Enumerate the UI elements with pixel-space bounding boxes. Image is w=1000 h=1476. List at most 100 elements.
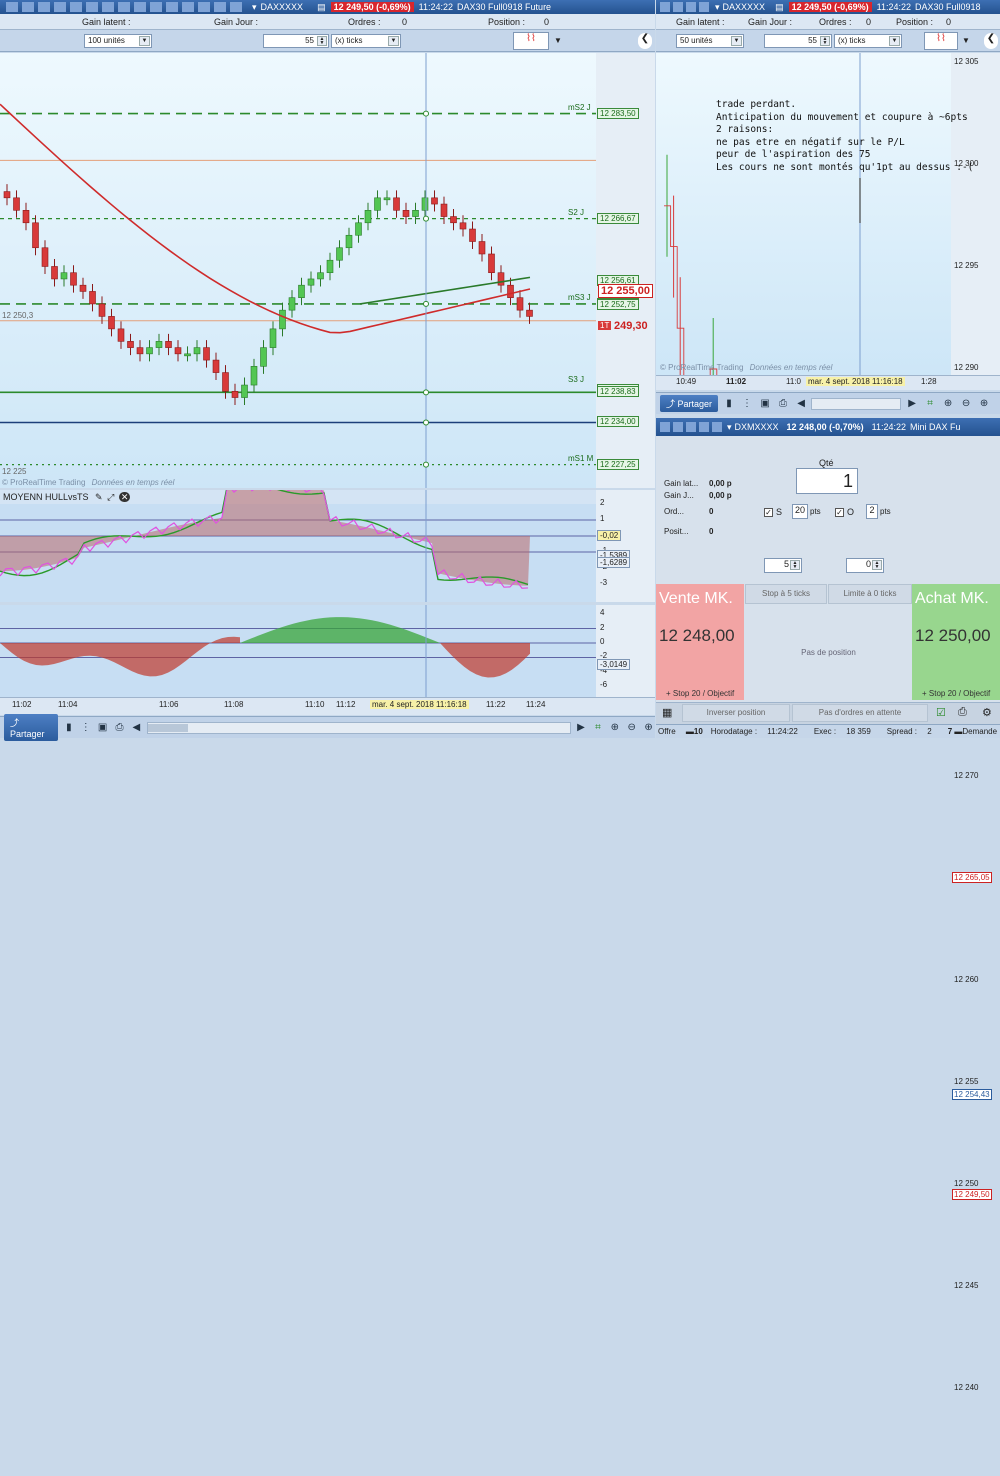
window-control-icon[interactable]: [54, 2, 66, 12]
candle: [32, 222, 39, 249]
window-control-icon[interactable]: [198, 2, 210, 12]
window-control-icon[interactable]: [118, 2, 130, 12]
ruler-icon[interactable]: ▮: [722, 397, 736, 411]
share-button[interactable]: ⤴ Partager: [660, 395, 719, 412]
position-label: Position :: [488, 16, 526, 27]
window-control-icon[interactable]: [102, 2, 114, 12]
horizontal-scrollbar[interactable]: [146, 721, 571, 734]
window-control-icon[interactable]: [6, 2, 18, 12]
candle: [136, 347, 144, 355]
zoom-fit-icon[interactable]: ⊕: [608, 721, 621, 735]
window-control-icon[interactable]: [699, 422, 709, 432]
chart-type-icon[interactable]: ⌇⌇: [513, 32, 549, 50]
window-control-icon[interactable]: [22, 2, 34, 12]
collapse-icon[interactable]: ❮: [984, 33, 998, 49]
units-select[interactable]: 50 unités ▼: [676, 34, 744, 48]
window-control-icon[interactable]: [86, 2, 98, 12]
dropdown-icon[interactable]: ▾: [727, 422, 732, 433]
ticks-select[interactable]: (x) ticks ▼: [834, 34, 902, 48]
indicator-tick-label: -3: [600, 578, 608, 587]
window-control-icon[interactable]: [673, 2, 683, 12]
chart-settings-icon[interactable]: ⌗: [591, 721, 604, 735]
window-control-icon[interactable]: [166, 2, 178, 12]
position-value: 0: [544, 16, 550, 27]
limit-ticks-button[interactable]: Limite à 0 ticks: [828, 584, 912, 604]
grid-icon[interactable]: ▦: [662, 706, 672, 719]
print-icon[interactable]: ⎙: [113, 721, 126, 735]
symbol-label[interactable]: DAXXXXX: [261, 2, 304, 12]
stop-ticks-stepper[interactable]: 5 ▲ ▼: [764, 558, 802, 573]
window-control-icon[interactable]: [686, 2, 696, 12]
ticks-input[interactable]: 55 ▲ ▼: [263, 34, 329, 48]
reverse-position-button[interactable]: Inverser position: [682, 704, 790, 722]
cursor-icon[interactable]: ⋮: [740, 397, 754, 411]
share-icon: ⤴: [10, 718, 20, 728]
limit-ticks-stepper[interactable]: 0 ▲ ▼: [846, 558, 884, 573]
checklist-icon[interactable]: ☑: [936, 706, 946, 719]
stepper-icon[interactable]: ▲ ▼: [317, 36, 327, 46]
ticks-select[interactable]: (x) ticks ▼: [331, 34, 401, 48]
settings-icon[interactable]: ⚙: [982, 706, 992, 719]
chart-type-icon[interactable]: ⌇⌇: [924, 32, 958, 50]
notes-icon[interactable]: ▤: [775, 2, 784, 13]
dropdown-icon[interactable]: ▾: [252, 2, 257, 13]
stop-ticks-button[interactable]: Stop à 5 ticks: [745, 584, 827, 604]
window-control-icon[interactable]: [214, 2, 226, 12]
chevron-down-icon[interactable]: ▼: [554, 36, 562, 45]
time-tick-label: 1:28: [921, 377, 937, 386]
symbol-label[interactable]: DXMXXXX: [735, 422, 779, 432]
chevron-down-icon[interactable]: ▼: [962, 36, 970, 45]
zoom-in-icon[interactable]: ⊕: [977, 397, 991, 411]
stepper-icon[interactable]: ▲ ▼: [790, 560, 800, 570]
share-button[interactable]: ⤴ Partager: [4, 714, 59, 741]
collapse-icon[interactable]: ❮: [638, 33, 652, 49]
stop-input[interactable]: 20: [792, 504, 808, 519]
window-control-icon[interactable]: [38, 2, 50, 12]
zoom-out-icon[interactable]: ⊖: [959, 397, 973, 411]
qty-input[interactable]: 1: [796, 468, 858, 494]
cursor-icon[interactable]: ⋮: [79, 721, 92, 735]
symbol-label[interactable]: DAXXXXX: [723, 2, 766, 12]
dropdown-icon[interactable]: ▾: [715, 2, 720, 13]
stop-checkbox[interactable]: ✓: [764, 508, 773, 517]
stepper-icon[interactable]: ▲ ▼: [820, 36, 830, 46]
layout-icon[interactable]: ▣: [96, 721, 109, 735]
scroll-right-icon[interactable]: ▶: [905, 397, 919, 411]
window-control-icon[interactable]: [686, 422, 696, 432]
scroll-right-icon[interactable]: ▶: [575, 721, 588, 735]
zoom-out-icon[interactable]: ⊖: [625, 721, 638, 735]
window-control-icon[interactable]: [182, 2, 194, 12]
scroll-left-icon[interactable]: ◀: [794, 397, 808, 411]
chart-settings-icon[interactable]: ⌗: [923, 397, 937, 411]
window-control-icon[interactable]: [134, 2, 146, 12]
target-input[interactable]: 2: [866, 504, 878, 519]
window-control-icon[interactable]: [660, 422, 670, 432]
buy-market-button[interactable]: Achat MK. 12 250,00 + Stop 20 / Objectif: [912, 584, 1000, 700]
ruler-icon[interactable]: ▮: [62, 721, 75, 735]
sell-market-button[interactable]: Vente MK. 12 248,00 + Stop 20 / Objectif: [656, 584, 744, 700]
window-control-icon[interactable]: [150, 2, 162, 12]
ticks-input[interactable]: 55 ▲ ▼: [764, 34, 832, 48]
level-name: mS2 J: [568, 102, 591, 112]
units-select[interactable]: 100 unités ▼: [84, 34, 152, 48]
pending-orders-button[interactable]: Pas d'ordres en attente: [792, 704, 928, 722]
layout-icon[interactable]: ▣: [758, 397, 772, 411]
target-checkbox[interactable]: ✓: [835, 508, 844, 517]
notes-icon[interactable]: ▤: [317, 2, 326, 13]
print-icon[interactable]: ⎙: [776, 397, 790, 411]
candle: [174, 347, 182, 355]
scrollbar-thumb[interactable]: [147, 723, 188, 732]
window-control-icon[interactable]: [230, 2, 242, 12]
print-icon[interactable]: ⎙: [958, 706, 967, 719]
window-control-icon[interactable]: [673, 422, 683, 432]
window-control-icon[interactable]: [70, 2, 82, 12]
window-control-icon[interactable]: [712, 422, 722, 432]
zoom-in-icon[interactable]: ⊕: [642, 721, 655, 735]
stepper-icon[interactable]: ▲ ▼: [872, 560, 882, 570]
window-control-icon[interactable]: [699, 2, 709, 12]
zoom-fit-icon[interactable]: ⊕: [941, 397, 955, 411]
window-control-icon[interactable]: [660, 2, 670, 12]
horizontal-scrollbar[interactable]: [811, 397, 902, 410]
scroll-left-icon[interactable]: ◀: [130, 721, 143, 735]
candle: [383, 197, 391, 201]
